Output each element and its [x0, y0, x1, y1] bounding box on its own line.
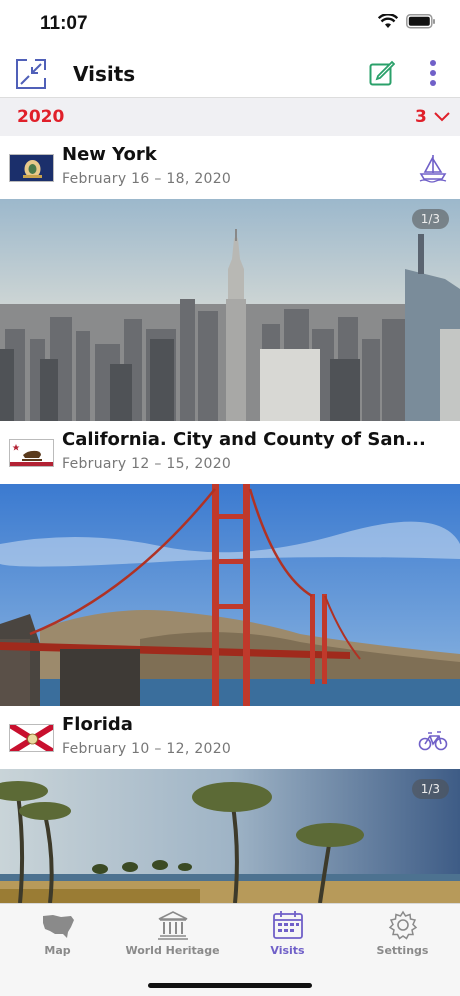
visit-name: New York	[62, 144, 157, 165]
visit-row-california[interactable]: California. City and County of San... Fe…	[0, 421, 460, 484]
visit-photo-florida[interactable]: 1/3	[0, 769, 460, 903]
visit-name: Florida	[62, 714, 133, 735]
wifi-icon	[378, 14, 398, 28]
battery-icon	[406, 14, 435, 29]
tab-label: Settings	[376, 944, 429, 957]
visit-row-new-york[interactable]: New York February 16 – 18, 2020	[0, 136, 460, 199]
edit-icon[interactable]	[369, 60, 395, 86]
tab-map[interactable]: Map	[0, 904, 115, 974]
new-york-skyline-image	[0, 199, 460, 421]
home-indicator	[148, 983, 312, 988]
page-title: Visits	[73, 62, 136, 86]
visit-dates: February 10 – 12, 2020	[62, 741, 232, 757]
nav-bar: Visits	[0, 50, 460, 98]
calendar-icon	[273, 911, 303, 939]
collapse-icon[interactable]	[15, 58, 47, 90]
visit-dates: February 12 – 15, 2020	[62, 456, 232, 472]
gear-icon	[388, 910, 418, 940]
tab-label: Map	[44, 944, 71, 957]
new-york-flag-icon	[9, 154, 54, 182]
temple-icon	[158, 911, 188, 940]
visit-name: California. City and County of San...	[62, 429, 426, 450]
status-icons	[378, 14, 436, 29]
california-flag-icon	[9, 439, 54, 467]
tab-label: World Heritage	[125, 944, 220, 957]
chevron-down-icon[interactable]	[433, 111, 451, 123]
year-label: 2020	[17, 107, 65, 127]
more-vertical-icon[interactable]	[424, 58, 442, 88]
status-bar: 11:07	[0, 0, 460, 50]
year-count: 3	[415, 107, 427, 127]
tab-settings[interactable]: Settings	[345, 904, 460, 974]
visit-dates: February 16 – 18, 2020	[62, 171, 232, 187]
photo-counter: 1/3	[411, 209, 449, 229]
visit-photo-california[interactable]	[0, 484, 460, 706]
florida-flag-icon	[9, 724, 54, 752]
golden-gate-bridge-image	[0, 484, 460, 706]
photo-counter: 1/3	[411, 779, 449, 799]
palm-beach-image	[0, 769, 460, 903]
usa-map-icon	[43, 915, 74, 938]
tab-label: Visits	[270, 944, 305, 957]
year-group-header[interactable]: 2020 3	[0, 98, 460, 136]
sailboat-icon	[419, 155, 447, 183]
tab-visits[interactable]: Visits	[230, 904, 345, 974]
tab-world-heritage[interactable]: World Heritage	[115, 904, 230, 974]
bicycle-icon	[418, 731, 448, 751]
visit-photo-new-york[interactable]: 1/3	[0, 199, 460, 421]
status-time: 11:07	[40, 13, 88, 34]
visit-row-florida[interactable]: Florida February 10 – 12, 2020	[0, 706, 460, 769]
